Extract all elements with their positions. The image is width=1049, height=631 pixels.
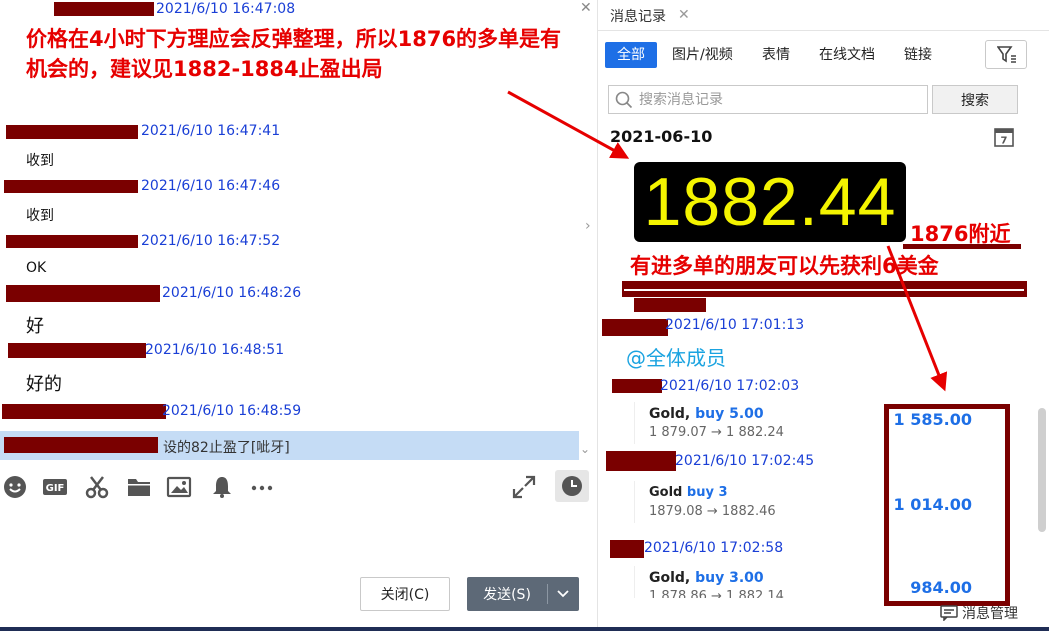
redacted-sender [606, 451, 676, 471]
bell-icon[interactable] [209, 474, 235, 500]
filter-button[interactable] [985, 40, 1027, 69]
message-text: 好的 [26, 374, 62, 395]
mention-all: @全体成员 [626, 346, 726, 370]
redacted-sender [6, 285, 160, 302]
redacted-sender [612, 379, 662, 393]
message-timestamp: 2021/6/10 16:48:26 [162, 285, 302, 301]
app-window: 2021/6/10 16:47:08 ✕ 价格在4小时下方理应会反弹整理，所以1… [0, 0, 1049, 631]
message-timestamp: 2021/6/10 16:48:59 [162, 403, 302, 419]
input-toolbar: GIF [0, 470, 597, 506]
chevron-right-icon[interactable]: › [585, 218, 597, 236]
search-input[interactable] [608, 85, 928, 114]
send-button[interactable]: 发送(S) [467, 577, 579, 611]
price-image: 1882.44 [634, 162, 906, 242]
trade-title: Gold, buy 5.00 [649, 406, 764, 422]
filter-tab-all[interactable]: 全部 [605, 42, 657, 68]
send-button-divider [547, 584, 548, 604]
chevron-down-icon[interactable] [555, 586, 571, 602]
expand-icon[interactable] [511, 474, 537, 500]
selected-message-text: 设的82止盈了[呲牙] [163, 440, 290, 456]
message-text: OK [26, 260, 47, 276]
emoji-icon[interactable] [2, 474, 28, 500]
redacted-sender [634, 298, 706, 312]
redacted-sender [6, 235, 138, 248]
redacted-sender [8, 343, 146, 358]
filter-tab-docs[interactable]: 在线文档 [819, 42, 875, 68]
history-panel: 消息记录 ✕ 全部 图片/视频 表情 在线文档 链接 搜索 2021-06-10… [598, 0, 1049, 631]
date-header: 2021-06-10 [610, 127, 713, 146]
filter-tab-links[interactable]: 链接 [904, 42, 932, 68]
filter-icon [997, 46, 1016, 63]
trade-symbol: Gold, [649, 570, 691, 586]
trade-prices: 1 879.07 → 1 882.24 [649, 425, 784, 440]
message-text: 收到 [26, 208, 54, 224]
close-icon[interactable]: ✕ [678, 7, 690, 23]
filter-tab-media[interactable]: 图片/视频 [672, 42, 733, 68]
scrollbar[interactable] [1038, 408, 1046, 532]
tab-message-history[interactable]: 消息记录 [610, 6, 666, 26]
message-timestamp: 2021/6/10 17:02:58 [644, 540, 784, 556]
trade-direction: buy 3 [686, 485, 728, 500]
more-icon[interactable] [249, 474, 275, 500]
redacted-sender [6, 125, 138, 139]
redacted-sender [602, 319, 668, 336]
image-icon[interactable] [166, 474, 192, 500]
redacted-sender [4, 437, 158, 453]
trade-prices: 1879.08 → 1882.46 [649, 504, 776, 519]
search-button[interactable]: 搜索 [932, 85, 1018, 114]
redacted-sender [610, 540, 644, 558]
redacted-sender [54, 2, 154, 16]
profit-highlight-box [884, 404, 1010, 606]
trade-symbol: Gold [649, 485, 683, 500]
svg-text:7: 7 [1001, 136, 1008, 147]
bottom-border [0, 627, 1049, 631]
trade-direction: buy 3.00 [695, 570, 764, 586]
trade-prices: 1 878.86 → 1 882.14 [649, 589, 784, 598]
annotation-text: 价格在4小时下方理应会反弹整理，所以1876的多单是有机会的，建议见1882-1… [26, 27, 562, 81]
message-timestamp: 2021/6/10 16:47:52 [141, 233, 281, 249]
close-icon[interactable]: ✕ [580, 0, 592, 16]
message-text: 好 [26, 316, 44, 337]
redaction-stripe [624, 289, 1024, 291]
message-timestamp: 2021/6/10 16:47:08 [156, 1, 296, 17]
trade-title: Gold, buy 3.00 [649, 570, 764, 586]
chat-panel: 2021/6/10 16:47:08 ✕ 价格在4小时下方理应会反弹整理，所以1… [0, 0, 597, 631]
message-timestamp: 2021/6/10 17:01:13 [665, 317, 805, 333]
trade-direction: buy 5.00 [695, 406, 764, 422]
search-icon [615, 91, 633, 109]
message-timestamp: 2021/6/10 16:47:46 [141, 178, 281, 194]
tab-divider [598, 30, 1049, 31]
scissors-icon[interactable] [84, 474, 110, 500]
trade-title: Gold buy 3 [649, 485, 728, 500]
redaction-bar [903, 244, 1021, 249]
price-value: 1882.44 [643, 164, 897, 240]
message-timestamp: 2021/6/10 16:48:51 [145, 342, 285, 358]
message-timestamp: 2021/6/10 16:47:41 [141, 123, 281, 139]
gif-icon[interactable]: GIF [42, 474, 68, 500]
message-timestamp: 2021/6/10 17:02:45 [675, 453, 815, 469]
calendar-icon[interactable]: 7 [993, 126, 1015, 148]
redacted-sender [2, 404, 166, 419]
message-text: 收到 [26, 153, 54, 169]
redacted-sender [4, 180, 138, 193]
message-timestamp: 2021/6/10 17:02:03 [660, 378, 800, 394]
filter-tab-stickers[interactable]: 表情 [762, 42, 790, 68]
folder-icon[interactable] [126, 474, 152, 500]
clock-icon[interactable] [555, 470, 589, 502]
message-manage-button[interactable]: 消息管理 [962, 603, 1018, 623]
svg-text:GIF: GIF [46, 483, 65, 494]
trade-symbol: Gold, [649, 406, 691, 422]
scroll-down-icon[interactable]: ⌄ [580, 442, 590, 456]
close-button[interactable]: 关闭(C) [360, 577, 450, 611]
send-button-label: 发送(S) [483, 587, 531, 603]
message-manage-icon[interactable] [940, 605, 958, 621]
annotation-profit: 有进多单的朋友可以先获利6美金 [630, 254, 939, 278]
